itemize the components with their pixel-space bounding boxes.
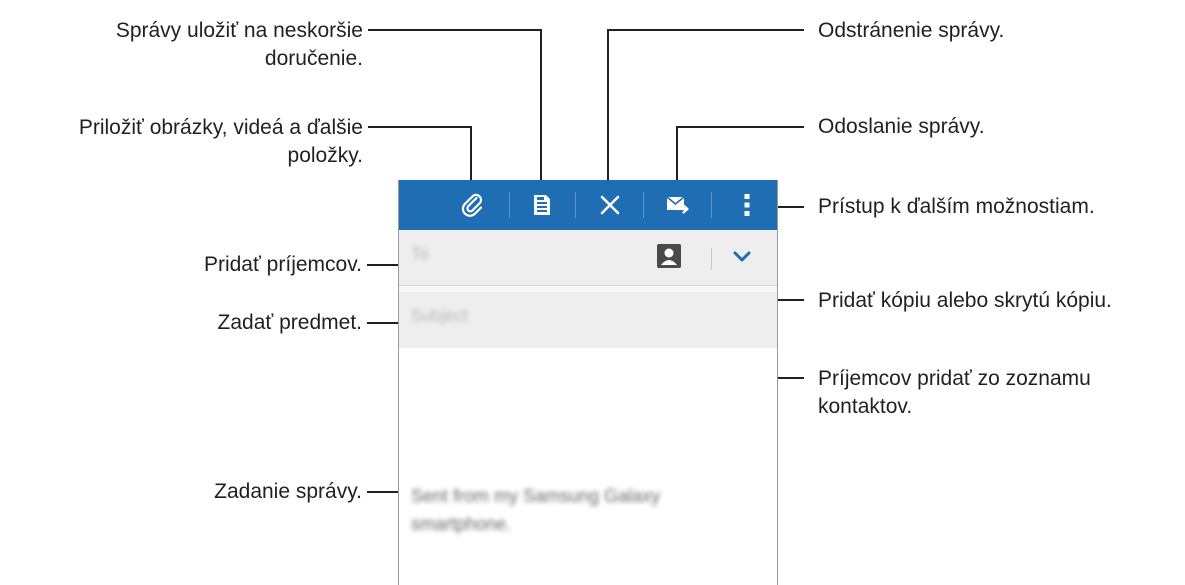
email-compose-screen: To Subject Sent from my Samsung Galaxy s… (398, 180, 778, 585)
to-field[interactable]: To (399, 230, 777, 286)
callout-more-options: Prístup k ďalším možnostiam. (818, 195, 1095, 218)
subject-field[interactable]: Subject (399, 292, 777, 348)
subject-placeholder: Subject (411, 306, 468, 325)
close-icon (600, 195, 620, 215)
to-field-divider (711, 248, 712, 270)
send-button[interactable] (661, 180, 695, 230)
callout-compose: Zadanie správy. (214, 480, 362, 503)
callout-subject: Zadať predmet. (217, 311, 362, 334)
to-placeholder: To (411, 244, 429, 263)
overflow-menu-icon (744, 194, 750, 216)
save-draft-button[interactable] (525, 180, 559, 230)
action-bar-divider (711, 192, 712, 218)
action-bar-divider (509, 192, 510, 218)
message-body[interactable]: Sent from my Samsung Galaxy smartphone. (411, 482, 751, 538)
callout-attach: Priložiť obrázky, videá a ďalšie položky… (78, 116, 363, 167)
paperclip-icon (461, 193, 483, 217)
delete-button[interactable] (593, 180, 627, 230)
attach-button[interactable] (455, 180, 491, 230)
send-icon (666, 196, 689, 214)
action-bar-divider (575, 192, 576, 218)
callout-cc-bcc: Pridať kópiu alebo skrytú kópiu. (818, 289, 1112, 312)
callout-delete: Odstránenie správy. (818, 19, 1005, 42)
chevron-down-icon (733, 251, 751, 262)
callout-send: Odoslanie správy. (818, 115, 985, 138)
save-draft-icon (534, 195, 550, 215)
more-options-button[interactable] (733, 180, 761, 230)
callout-contacts: Príjemcov pridať zo zoznamu kontaktov. (818, 367, 1091, 418)
callout-save-draft: Správy uložiť na neskoršie doručenie. (115, 19, 363, 70)
cc-bcc-button[interactable] (733, 250, 751, 268)
action-bar-divider (643, 192, 644, 218)
action-bar (399, 180, 777, 230)
contact-picker-button[interactable] (657, 244, 681, 268)
callout-add-recipients: Pridať príjemcov. (203, 253, 362, 276)
contact-icon (661, 248, 677, 265)
